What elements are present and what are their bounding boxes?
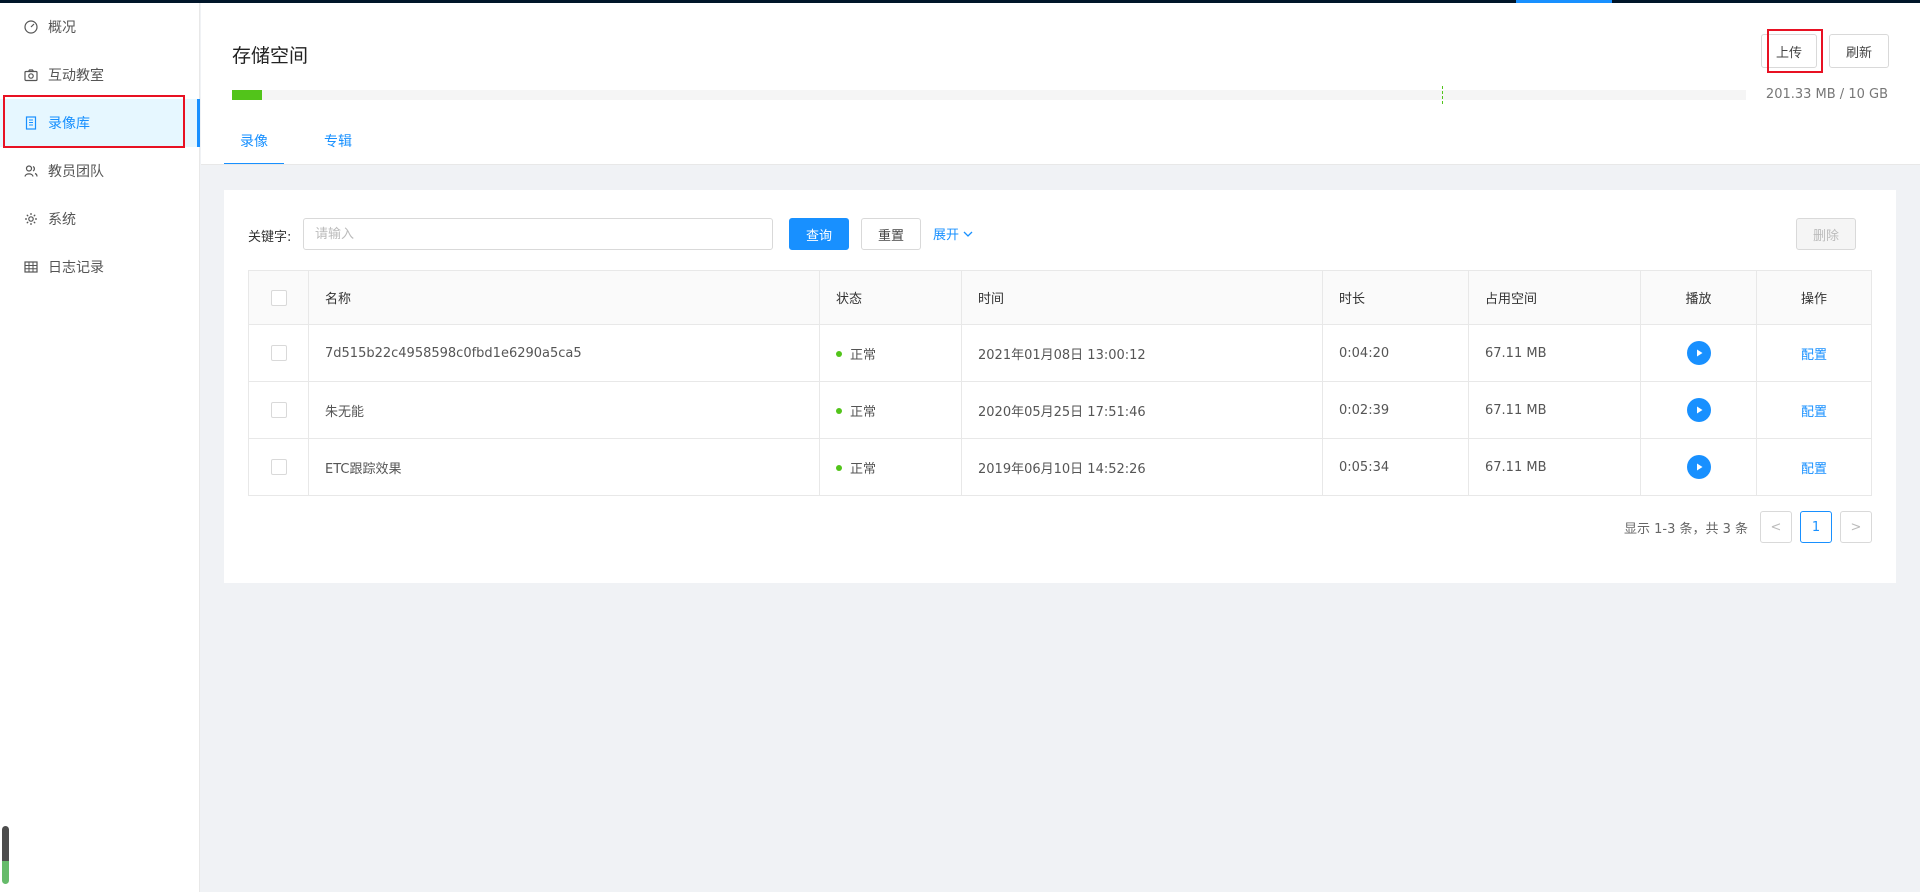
table-row: 7d515b22c4958598c0fbd1e6290a5ca5 正常 2021… xyxy=(248,324,1872,382)
pagination-info: 显示 1-3 条，共 3 条 xyxy=(1624,522,1749,537)
recording-time: 2019年06月10日 14:52:26 xyxy=(961,438,1323,496)
recording-size: 67.11 MB xyxy=(1468,438,1641,496)
recording-duration: 0:04:20 xyxy=(1322,324,1469,382)
configure-link[interactable]: 配置 xyxy=(1801,462,1827,477)
sidebar-item-label: 概况 xyxy=(48,20,76,36)
recording-time: 2021年01月08日 13:00:12 xyxy=(961,324,1323,382)
column-header-play: 播放 xyxy=(1640,270,1757,325)
recording-name: 朱无能 xyxy=(308,381,820,439)
recording-size: 67.11 MB xyxy=(1468,324,1641,382)
tab-albums[interactable]: 专辑 xyxy=(308,131,368,165)
recording-size: 67.11 MB xyxy=(1468,381,1641,439)
storage-progress-marker xyxy=(1442,86,1443,104)
play-cell xyxy=(1640,438,1757,496)
expand-label: 展开 xyxy=(933,228,960,243)
status-cell: 正常 xyxy=(819,381,962,439)
action-cell: 配置 xyxy=(1756,438,1872,496)
recording-duration: 0:05:34 xyxy=(1322,438,1469,496)
reset-button[interactable]: 重置 xyxy=(861,218,921,250)
column-header-time[interactable]: 时间 xyxy=(961,270,1323,325)
play-icon[interactable] xyxy=(1686,341,1711,365)
recording-time: 2020年05月25日 17:51:46 xyxy=(961,381,1323,439)
play-cell xyxy=(1640,324,1757,382)
status-dot-icon xyxy=(836,351,842,357)
gear-icon xyxy=(24,212,38,226)
action-cell: 配置 xyxy=(1756,324,1872,382)
recording-duration: 0:02:39 xyxy=(1322,381,1469,439)
recordings-card: 关键字: 查询 重置 展开 删除 名称 状态 时间 时长 占用空间 播放 操作 … xyxy=(224,190,1896,583)
play-icon[interactable] xyxy=(1686,455,1711,479)
highlight-box-sidebar xyxy=(3,95,185,148)
table-row: ETC跟踪效果 正常 2019年06月10日 14:52:26 0:05:34 … xyxy=(248,438,1872,496)
table-header-row: 名称 状态 时间 时长 占用空间 播放 操作 xyxy=(248,270,1872,325)
dashboard-icon xyxy=(24,20,38,34)
row-select-cell xyxy=(248,438,309,496)
column-header-action: 操作 xyxy=(1756,270,1872,325)
status-cell: 正常 xyxy=(819,438,962,496)
header-divider xyxy=(201,164,1920,165)
storage-progress-fill xyxy=(232,90,263,100)
sidebar-item-label: 教员团队 xyxy=(48,164,104,180)
sidebar-item-label: 日志记录 xyxy=(48,260,104,276)
keyword-input[interactable] xyxy=(303,218,773,250)
recording-name: ETC跟踪效果 xyxy=(308,438,820,496)
column-header-status[interactable]: 状态 xyxy=(819,270,962,325)
tab-bar: 录像 专辑 xyxy=(224,131,392,165)
sidebar-item-label: 系统 xyxy=(48,212,76,228)
select-all-checkbox[interactable] xyxy=(270,289,287,306)
table-icon xyxy=(24,260,38,274)
status-dot-icon xyxy=(836,465,842,471)
row-checkbox[interactable] xyxy=(270,345,287,361)
status-cell: 正常 xyxy=(819,324,962,382)
row-select-cell xyxy=(248,381,309,439)
next-page-button[interactable]: > xyxy=(1840,511,1872,543)
chevron-down-icon xyxy=(963,231,973,237)
expand-filters-link[interactable]: 展开 xyxy=(933,224,974,243)
header-select-cell xyxy=(248,270,309,325)
sidebar-item-label: 互动教室 xyxy=(48,68,104,84)
sidebar-item-classroom[interactable]: 互动教室 xyxy=(0,51,199,99)
storage-usage-text: 201.33 MB / 10 GB xyxy=(1765,87,1888,102)
column-header-name[interactable]: 名称 xyxy=(308,270,820,325)
row-select-cell xyxy=(248,324,309,382)
page-title: 存储空间 xyxy=(232,45,309,67)
status-text: 正常 xyxy=(850,461,877,477)
column-header-size[interactable]: 占用空间 xyxy=(1468,270,1641,325)
sidebar-item-overview[interactable]: 概况 xyxy=(0,3,199,51)
delete-button[interactable]: 删除 xyxy=(1796,218,1856,250)
column-header-duration[interactable]: 时长 xyxy=(1322,270,1469,325)
page-button-1[interactable]: 1 xyxy=(1800,511,1832,543)
sidebar-item-system[interactable]: 系统 xyxy=(0,195,199,243)
prev-page-button[interactable]: < xyxy=(1760,511,1792,543)
action-cell: 配置 xyxy=(1756,381,1872,439)
storage-header: 存储空间 上传 刷新 201.33 MB / 10 GB 录像 专辑 xyxy=(201,3,1920,165)
team-icon xyxy=(24,164,38,178)
configure-link[interactable]: 配置 xyxy=(1801,405,1827,420)
row-checkbox[interactable] xyxy=(270,402,287,418)
query-button[interactable]: 查询 xyxy=(789,218,849,250)
keyword-label: 关键字: xyxy=(248,230,292,245)
status-text: 正常 xyxy=(850,404,877,420)
status-dot-icon xyxy=(836,408,842,414)
sidebar-item-team[interactable]: 教员团队 xyxy=(0,147,199,195)
camera-icon xyxy=(24,68,38,82)
highlight-box-upload xyxy=(1767,29,1823,73)
status-text: 正常 xyxy=(850,347,877,363)
scrollbar-handle[interactable] xyxy=(2,826,9,884)
play-icon[interactable] xyxy=(1686,398,1711,422)
configure-link[interactable]: 配置 xyxy=(1801,348,1827,363)
row-checkbox[interactable] xyxy=(270,459,287,475)
refresh-button[interactable]: 刷新 xyxy=(1829,34,1889,68)
storage-progress-bar xyxy=(232,86,1746,104)
recording-name: 7d515b22c4958598c0fbd1e6290a5ca5 xyxy=(308,324,820,382)
recordings-table: 名称 状态 时间 时长 占用空间 播放 操作 7d515b22c4958598c… xyxy=(248,270,1872,496)
table-row: 朱无能 正常 2020年05月25日 17:51:46 0:02:39 67.1… xyxy=(248,381,1872,439)
tab-recordings[interactable]: 录像 xyxy=(224,131,284,165)
sidebar-item-logs[interactable]: 日志记录 xyxy=(0,243,199,291)
play-cell xyxy=(1640,381,1757,439)
